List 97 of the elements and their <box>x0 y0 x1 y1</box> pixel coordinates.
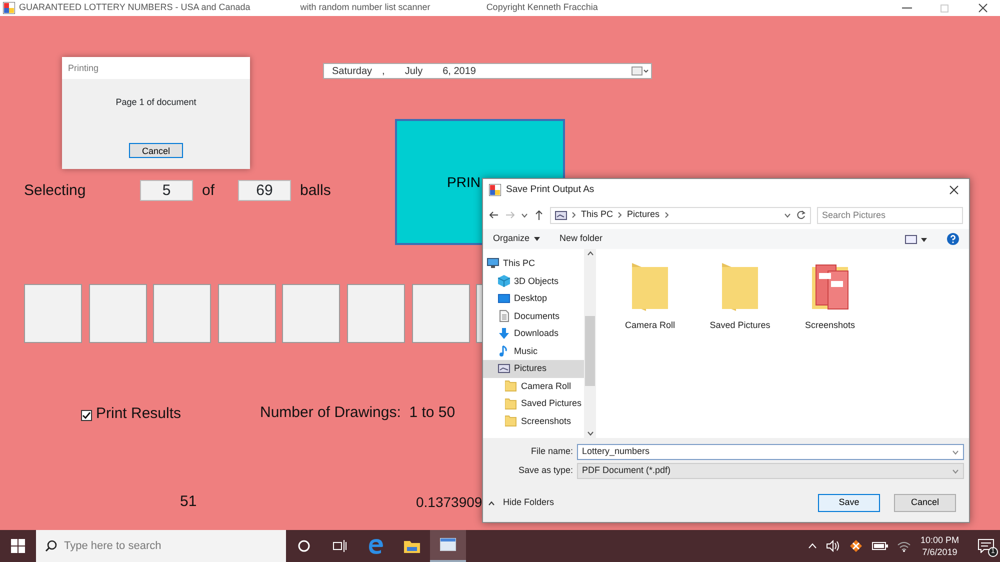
cube-icon <box>498 275 510 288</box>
file-name-field[interactable]: Lottery_numbers <box>577 444 964 460</box>
checkbox[interactable] <box>81 410 92 421</box>
date-text: Saturday <box>332 64 372 78</box>
file-type-dropdown[interactable]: PDF Document (*.pdf) <box>577 463 964 479</box>
dialog-message: Page 1 of document <box>114 96 198 109</box>
antivirus-icon[interactable] <box>849 539 864 553</box>
window-title: Copyright Kenneth Fracchia <box>486 1 598 14</box>
windows-logo-icon[interactable] <box>11 539 25 553</box>
nav-item[interactable]: Screenshots <box>483 412 584 430</box>
cancel-button[interactable]: Cancel <box>129 143 183 158</box>
selecting-label: Selecting <box>24 181 86 201</box>
view-options-icon[interactable] <box>905 234 927 244</box>
time-text: 10:00 PM <box>920 534 959 546</box>
clock[interactable]: 10:00 PM 7/6/2019 <box>920 534 959 558</box>
field-value: Lottery_numbers <box>582 445 650 458</box>
chevron-right-icon <box>618 212 622 218</box>
refresh-icon[interactable] <box>796 210 806 220</box>
count-field[interactable]: 5 <box>140 180 193 201</box>
computer-icon <box>487 258 499 270</box>
nav-item[interactable]: Saved Pictures <box>483 395 584 412</box>
date-text: 7/6/2019 <box>922 546 958 558</box>
total-field[interactable]: 69 <box>238 180 291 201</box>
balls-label: balls <box>300 181 331 201</box>
help-icon <box>947 233 959 245</box>
field-label: Save as type: <box>517 464 573 478</box>
browser-icon[interactable] <box>368 538 384 554</box>
nav-item[interactable]: Documents <box>483 308 584 325</box>
chevron-down-icon[interactable] <box>521 212 528 218</box>
nav-item[interactable]: Camera Roll <box>483 378 584 395</box>
download-arrow-icon <box>498 328 510 340</box>
breadcrumb-text: This PC <box>581 208 614 222</box>
taskbar-search-field[interactable]: Type here to search <box>36 530 286 562</box>
dialog-title: Printing <box>62 57 250 79</box>
chevron-down-icon[interactable] <box>952 468 959 474</box>
chevron-up-icon[interactable] <box>808 543 818 549</box>
number-text: 51 <box>180 492 197 512</box>
battery-icon[interactable] <box>872 541 888 551</box>
nav-item[interactable]: Music <box>483 342 584 360</box>
wifi-icon[interactable] <box>897 540 912 552</box>
document-icon <box>498 310 510 322</box>
scroll-down-icon <box>586 431 594 436</box>
search-icon <box>45 540 57 552</box>
organize-button[interactable]: Organize <box>493 232 540 246</box>
notification-icon[interactable] <box>978 539 994 553</box>
date-text: 6, 2019 <box>442 64 476 78</box>
checkbox-label: Print Results <box>96 404 182 424</box>
number-text: 0.1373909 <box>416 493 482 512</box>
scrollbar[interactable] <box>584 249 596 438</box>
address-bar[interactable]: This PC Pictures <box>550 206 811 224</box>
desktop-icon <box>498 292 510 305</box>
calendar-dropdown-icon[interactable] <box>631 66 649 76</box>
pictures-icon <box>498 362 510 375</box>
nav-item[interactable]: 3D Objects <box>483 272 584 290</box>
speaker-icon[interactable] <box>826 540 840 552</box>
folder-icon <box>505 398 517 410</box>
caret-icon <box>534 237 540 241</box>
close-icon[interactable] <box>949 185 959 195</box>
task-view-icon[interactable] <box>333 540 347 552</box>
field-value: PDF Document (*.pdf) <box>582 464 671 478</box>
circle-icon[interactable] <box>298 540 310 552</box>
folder-icon[interactable] <box>404 538 420 554</box>
folder-icon <box>505 415 517 428</box>
date-text: July <box>404 64 423 78</box>
date-text: , <box>382 64 385 78</box>
search-field[interactable]: Search Pictures <box>817 206 963 224</box>
window-title: with random number list scanner <box>300 1 430 14</box>
cancel-button[interactable]: Cancel <box>894 494 956 512</box>
drawings-label: Number of Drawings: 1 to 50 <box>260 403 456 423</box>
chevron-right-icon <box>664 212 669 218</box>
hide-folders-button[interactable]: Hide Folders <box>488 496 554 510</box>
folder-name[interactable]: Saved Pictures <box>710 319 770 332</box>
nav-item[interactable]: Desktop <box>483 290 584 308</box>
save-button[interactable]: Save <box>818 494 880 512</box>
date-picker[interactable]: Saturday , July 6, 2019 <box>323 63 652 79</box>
music-note-icon <box>498 345 510 358</box>
chevron-down-icon[interactable] <box>952 450 959 454</box>
nav-item[interactable]: This PC <box>483 255 584 272</box>
field-label: File name: <box>530 445 573 458</box>
folder-name[interactable]: Screenshots <box>804 319 856 332</box>
window-icon[interactable] <box>440 537 456 553</box>
nav-item[interactable]: Pictures <box>483 360 584 378</box>
chevron-down-icon[interactable] <box>784 212 791 218</box>
close-icon[interactable] <box>978 3 988 13</box>
app-icon <box>489 184 501 196</box>
folder-icon <box>505 380 517 392</box>
up-arrow-icon[interactable] <box>534 210 544 220</box>
breadcrumb-text: Pictures <box>627 208 660 222</box>
of-label: of <box>202 181 215 201</box>
chevron-up-icon <box>488 500 495 506</box>
scroll-up-icon <box>586 251 594 256</box>
window-title: GUARANTEED LOTTERY NUMBERS - USA and Canada <box>19 1 250 14</box>
back-arrow-icon[interactable] <box>489 210 499 220</box>
folder-name[interactable]: Camera Roll <box>624 319 675 332</box>
nav-item[interactable]: Downloads <box>483 325 584 342</box>
pictures-icon <box>555 210 567 220</box>
chevron-right-icon <box>572 212 576 218</box>
